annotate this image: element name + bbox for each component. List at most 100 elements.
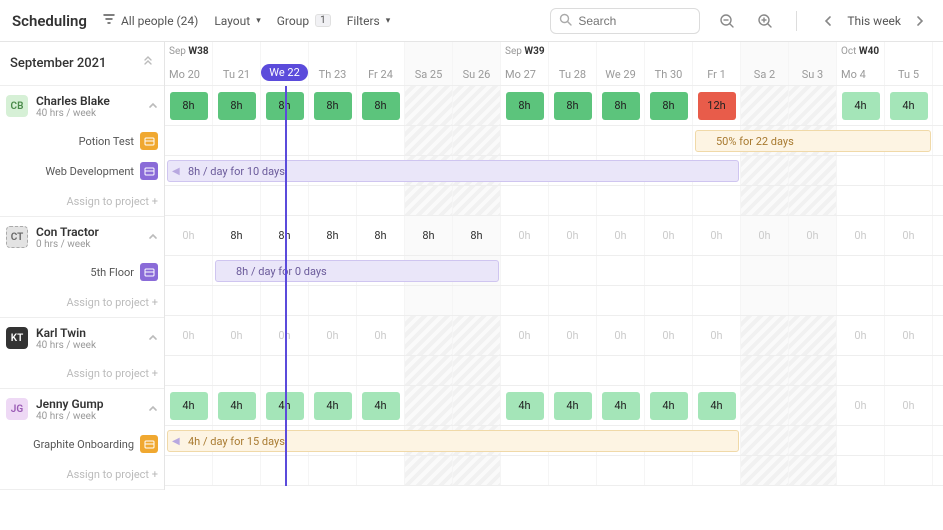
empty-cell[interactable] [741, 456, 789, 485]
hours-cell[interactable] [405, 86, 453, 125]
empty-cell[interactable] [885, 186, 933, 215]
hours-cell[interactable]: 0h [213, 316, 261, 355]
filter-people[interactable]: All people (24) [103, 13, 198, 28]
day-column-header[interactable]: Th 30 [645, 42, 693, 85]
empty-cell[interactable] [837, 256, 885, 285]
assign-to-project-button[interactable]: Assign to project + [0, 186, 164, 216]
empty-cell[interactable] [789, 286, 837, 315]
hours-cell[interactable]: 0h [693, 216, 741, 255]
empty-cell[interactable] [789, 456, 837, 485]
hours-cell[interactable]: 8h [309, 86, 357, 125]
empty-cell[interactable] [549, 186, 597, 215]
hours-cell[interactable]: 8h [357, 216, 405, 255]
empty-cell[interactable] [645, 256, 693, 285]
hours-cell[interactable] [453, 386, 501, 425]
allocation-bar[interactable]: 8h / day for 0 days [215, 260, 499, 282]
prev-week-button[interactable] [817, 10, 839, 32]
hours-cell[interactable]: 0h [645, 216, 693, 255]
day-column-header[interactable]: Tu 28 [549, 42, 597, 85]
empty-cell[interactable] [165, 456, 213, 485]
hours-cell[interactable] [789, 316, 837, 355]
hours-cell[interactable]: 8h [261, 86, 309, 125]
empty-cell[interactable] [837, 186, 885, 215]
hours-cell[interactable] [453, 316, 501, 355]
hours-cell[interactable]: 4h [885, 86, 933, 125]
hours-cell[interactable] [453, 86, 501, 125]
empty-cell[interactable] [213, 186, 261, 215]
current-week-label[interactable]: This week [847, 14, 901, 28]
day-column-header[interactable]: Su 26 [453, 42, 501, 85]
day-column-header[interactable]: We 22 [261, 42, 309, 85]
hours-cell[interactable] [789, 86, 837, 125]
zoom-out-button[interactable] [716, 10, 738, 32]
hours-cell[interactable]: 0h [741, 216, 789, 255]
hours-cell[interactable] [741, 316, 789, 355]
empty-cell[interactable] [309, 186, 357, 215]
empty-cell[interactable] [213, 356, 261, 385]
day-column-header[interactable]: Sa 25 [405, 42, 453, 85]
empty-cell[interactable] [357, 456, 405, 485]
zoom-in-button[interactable] [754, 10, 776, 32]
empty-cell[interactable] [165, 186, 213, 215]
day-column-header[interactable]: Fr 1 [693, 42, 741, 85]
hours-cell[interactable]: 4h [357, 386, 405, 425]
empty-cell[interactable] [741, 426, 789, 455]
day-column-header[interactable]: Oct W40Mo 4 [837, 42, 885, 85]
empty-cell[interactable] [405, 186, 453, 215]
search-field[interactable] [578, 14, 691, 28]
empty-cell[interactable] [405, 286, 453, 315]
chevron-up-icon[interactable] [148, 230, 158, 244]
empty-cell[interactable] [357, 186, 405, 215]
empty-cell[interactable] [405, 456, 453, 485]
empty-cell[interactable] [597, 286, 645, 315]
hours-cell[interactable]: 8h [213, 216, 261, 255]
empty-cell[interactable] [453, 126, 501, 155]
hours-cell[interactable]: 0h [501, 216, 549, 255]
hours-cell[interactable] [405, 386, 453, 425]
chevron-up-icon[interactable] [148, 402, 158, 416]
empty-cell[interactable] [309, 126, 357, 155]
empty-cell[interactable] [741, 256, 789, 285]
empty-cell[interactable] [501, 256, 549, 285]
hours-cell[interactable]: 8h [549, 86, 597, 125]
hours-cell[interactable]: 0h [549, 216, 597, 255]
day-column-header[interactable]: Th 23 [309, 42, 357, 85]
hours-cell[interactable] [741, 386, 789, 425]
empty-cell[interactable] [261, 356, 309, 385]
empty-cell[interactable] [837, 426, 885, 455]
hours-cell[interactable]: 0h [693, 316, 741, 355]
chevron-up-icon[interactable] [148, 331, 158, 345]
empty-cell[interactable] [837, 156, 885, 185]
empty-cell[interactable] [309, 286, 357, 315]
empty-cell[interactable] [789, 186, 837, 215]
empty-cell[interactable] [357, 126, 405, 155]
project-row[interactable]: 5th Floor [0, 257, 164, 287]
empty-cell[interactable] [165, 286, 213, 315]
empty-cell[interactable] [405, 126, 453, 155]
empty-cell[interactable] [501, 456, 549, 485]
group-menu[interactable]: Group 1 [277, 14, 331, 28]
empty-cell[interactable] [549, 256, 597, 285]
empty-cell[interactable] [645, 456, 693, 485]
empty-cell[interactable] [789, 256, 837, 285]
empty-cell[interactable] [501, 356, 549, 385]
empty-cell[interactable] [453, 356, 501, 385]
person-header[interactable]: KTKarl Twin40 hrs / week [0, 318, 164, 358]
empty-cell[interactable] [165, 256, 213, 285]
empty-cell[interactable] [597, 456, 645, 485]
empty-cell[interactable] [885, 286, 933, 315]
empty-cell[interactable] [645, 356, 693, 385]
hours-cell[interactable]: 0h [597, 216, 645, 255]
empty-cell[interactable] [165, 356, 213, 385]
empty-cell[interactable] [261, 186, 309, 215]
allocation-bar[interactable]: ◀4h / day for 15 days [167, 430, 739, 452]
hours-cell[interactable]: 4h [837, 86, 885, 125]
hours-cell[interactable]: 4h [597, 386, 645, 425]
project-row[interactable]: Potion Test [0, 126, 164, 156]
hours-cell[interactable]: 0h [885, 386, 933, 425]
day-column-header[interactable]: Sa 2 [741, 42, 789, 85]
empty-cell[interactable] [741, 286, 789, 315]
hours-cell[interactable]: 4h [693, 386, 741, 425]
assign-to-project-button[interactable]: Assign to project + [0, 459, 164, 489]
project-row[interactable]: Web Development [0, 156, 164, 186]
